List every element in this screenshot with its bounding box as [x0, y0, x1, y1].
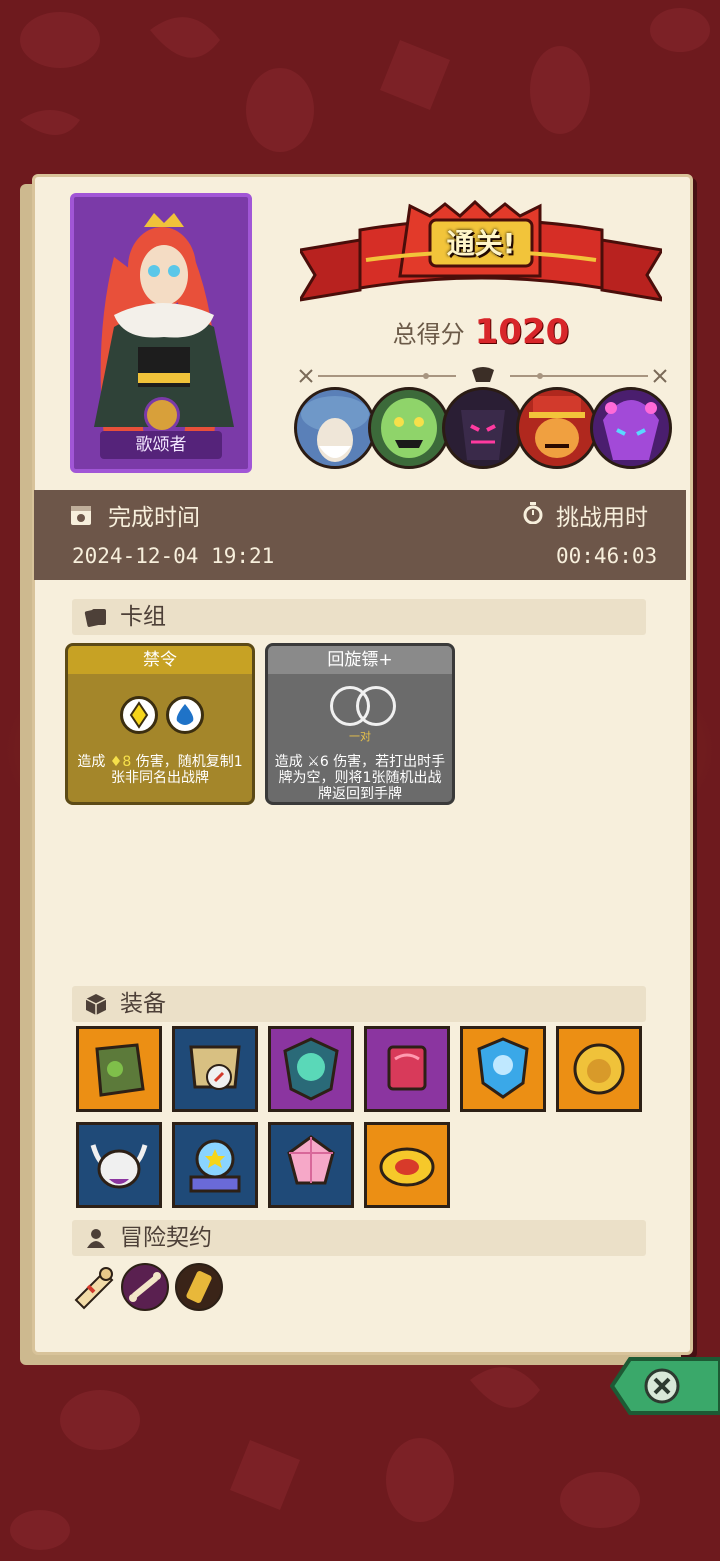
deck-section-header: 卡组	[72, 599, 646, 635]
boss-mushroom-elder-icon[interactable]	[294, 387, 376, 469]
lion-ring-icon[interactable]	[556, 1026, 642, 1112]
victory-title: 通关!	[446, 227, 516, 260]
flesh-cube-icon[interactable]	[364, 1026, 450, 1112]
calendar-icon	[71, 506, 91, 525]
boss-void-demon-icon[interactable]	[590, 387, 672, 469]
card-name: 回旋镖+	[268, 646, 452, 674]
card-description: 造成 ♦8 伤害，随机复制1张非同名出战牌	[77, 754, 243, 786]
hero-rank-badge-icon	[144, 397, 180, 433]
star-crystal-ball-icon[interactable]	[172, 1122, 258, 1208]
pair-label: 一对	[349, 730, 371, 743]
cards-icon	[84, 609, 106, 627]
bone-icon[interactable]	[120, 1262, 170, 1312]
deck-section-title: 卡组	[120, 604, 166, 630]
equipment-section-header: 装备	[72, 986, 646, 1022]
hero-card[interactable]: 歌颂者	[70, 193, 252, 473]
light-element-icon	[120, 696, 158, 734]
stopwatch-icon	[523, 502, 543, 524]
card-name: 禁令	[68, 646, 252, 674]
boss-red-hat-warlord-icon[interactable]	[516, 387, 598, 469]
contract-section-header: 冒险契约	[72, 1220, 646, 1256]
boss-goblin-icon[interactable]	[368, 387, 450, 469]
score-row: 总得分 1020	[300, 312, 662, 352]
empty-slot-icon	[356, 686, 396, 726]
ornamental-divider	[299, 367, 667, 383]
score-label: 总得分	[392, 320, 465, 349]
challenge-time-label: 挑战用时	[556, 505, 648, 531]
water-element-icon	[166, 696, 204, 734]
defeated-bosses	[294, 387, 674, 477]
deck-card-boomerang[interactable]: 回旋镖+ 一对 造成 ⚔6 伤害，若打出时手牌为空，则将1张随机出战牌返回到手牌	[265, 643, 455, 805]
completion-time-label: 完成时间	[108, 505, 200, 531]
deck-card-ban[interactable]: 禁令 造成 ♦8 伤害，随机复制1张非同名出战牌	[65, 643, 255, 805]
hero-name: 歌颂者	[100, 431, 222, 459]
score-value: 1020	[474, 312, 570, 352]
time-info-bar: 完成时间 挑战用时 2024-12-04 19:21 00:46:03	[34, 490, 686, 580]
demon-mask-shield-icon[interactable]	[268, 1026, 354, 1112]
completion-time-value: 2024-12-04 19:21	[72, 544, 275, 568]
card-description: 造成 ⚔6 伤害，若打出时手牌为空，则将1张随机出战牌返回到手牌	[274, 754, 446, 802]
golden-crown-ring-icon[interactable]	[364, 1122, 450, 1208]
horned-skull-icon[interactable]	[76, 1122, 162, 1208]
boss-shadow-knight-icon[interactable]	[442, 387, 524, 469]
box-icon	[85, 994, 107, 1015]
ice-skull-shield-icon[interactable]	[460, 1026, 546, 1112]
mossy-stone-icon[interactable]	[76, 1026, 162, 1112]
contract-section-title: 冒险契约	[120, 1225, 212, 1251]
golden-bone-icon[interactable]	[174, 1262, 224, 1312]
armor-compass-icon[interactable]	[172, 1026, 258, 1112]
contract-icon	[87, 1229, 105, 1248]
pink-gem-icon[interactable]	[268, 1122, 354, 1208]
scroll-icon[interactable]	[68, 1262, 118, 1312]
equipment-section-title: 装备	[120, 991, 166, 1017]
close-button[interactable]	[610, 1355, 720, 1417]
challenge-time-value: 00:46:03	[556, 544, 658, 568]
